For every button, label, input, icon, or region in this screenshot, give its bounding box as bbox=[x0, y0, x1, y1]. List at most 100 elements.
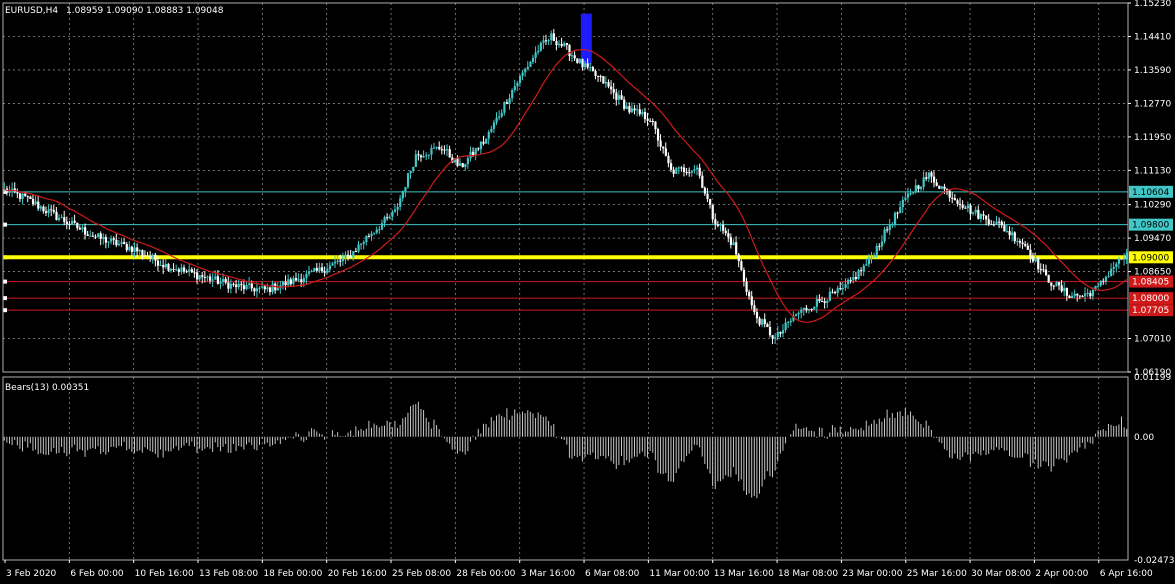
time-tick-label: 11 Mar 00:00 bbox=[649, 569, 709, 579]
candle-body bbox=[998, 221, 1001, 223]
candle-body bbox=[242, 285, 246, 290]
candle-body bbox=[1055, 282, 1058, 287]
candle-body bbox=[711, 204, 714, 220]
candle-body bbox=[190, 269, 194, 273]
candle-body bbox=[464, 164, 467, 168]
candle-body bbox=[537, 50, 540, 53]
candle-body bbox=[1011, 232, 1014, 236]
candle-body bbox=[821, 301, 824, 303]
candle-body bbox=[831, 291, 834, 293]
candle-body bbox=[224, 279, 227, 283]
candle-body bbox=[492, 122, 496, 129]
price-tag-label: 1.09000 bbox=[1132, 253, 1169, 263]
candle-body bbox=[89, 235, 92, 237]
candle-body bbox=[430, 147, 433, 155]
candle-body bbox=[110, 238, 113, 242]
candle-body bbox=[289, 279, 292, 285]
price-tick-label: 1.11950 bbox=[1134, 133, 1171, 143]
candle-body bbox=[865, 264, 868, 266]
candle-body bbox=[253, 288, 256, 292]
candle-body bbox=[922, 177, 925, 187]
candle-body bbox=[495, 117, 498, 123]
time-tick-label: 18 Mar 08:00 bbox=[778, 569, 838, 579]
candle-body bbox=[961, 205, 964, 208]
candle-body bbox=[459, 163, 462, 166]
candle-body bbox=[115, 239, 118, 246]
candle-body bbox=[94, 236, 97, 238]
candle-body bbox=[149, 256, 152, 259]
candle-body bbox=[867, 257, 871, 265]
candle-body bbox=[664, 148, 667, 156]
candle-body bbox=[555, 40, 558, 46]
candle-body bbox=[857, 270, 860, 279]
candle-body bbox=[716, 224, 720, 226]
candle-body bbox=[50, 209, 53, 211]
candle-body bbox=[591, 67, 595, 72]
time-tick-label: 3 Feb 2020 bbox=[6, 569, 57, 579]
candle-body bbox=[344, 254, 347, 259]
time-tick-label: 3 Mar 16:00 bbox=[521, 569, 576, 579]
candle-body bbox=[630, 108, 634, 113]
candle-body bbox=[948, 190, 951, 198]
candle-body bbox=[625, 106, 628, 109]
candle-body bbox=[169, 268, 173, 271]
candle-body bbox=[813, 306, 816, 310]
candle-body bbox=[951, 197, 954, 199]
candle-body bbox=[1000, 221, 1003, 226]
candle-body bbox=[992, 224, 996, 226]
candle-body bbox=[334, 261, 337, 264]
candle-body bbox=[198, 275, 201, 280]
candle-body bbox=[841, 287, 845, 289]
candle-body bbox=[1003, 225, 1006, 232]
candle-body bbox=[693, 169, 696, 171]
candle-body bbox=[529, 61, 532, 67]
candle-body bbox=[297, 279, 300, 281]
candle-body bbox=[396, 206, 399, 210]
candle-body bbox=[206, 276, 209, 278]
candle-body bbox=[375, 229, 378, 233]
candle-body bbox=[932, 176, 936, 183]
candle-body bbox=[742, 269, 746, 282]
candle-body bbox=[146, 255, 149, 257]
candle-body bbox=[245, 284, 248, 290]
candle-body bbox=[904, 197, 907, 200]
candle-body bbox=[659, 140, 662, 147]
candle-body bbox=[909, 193, 912, 195]
candle-body bbox=[602, 76, 605, 84]
candle-body bbox=[227, 282, 230, 289]
candle-body bbox=[586, 63, 589, 68]
candle-body bbox=[578, 59, 582, 63]
candle-body bbox=[417, 154, 420, 156]
candle-body bbox=[339, 260, 342, 262]
candle-body bbox=[891, 224, 894, 226]
candle-body bbox=[878, 246, 881, 248]
candle-body bbox=[758, 318, 761, 325]
time-tick-label: 30 Mar 08:00 bbox=[971, 569, 1031, 579]
candle-body bbox=[73, 220, 76, 223]
candle-body bbox=[771, 335, 774, 339]
candle-body bbox=[1078, 295, 1082, 297]
candle-body bbox=[521, 72, 524, 76]
candle-body bbox=[823, 301, 826, 303]
candle-body bbox=[776, 332, 779, 338]
candle-body bbox=[21, 193, 24, 200]
candle-body bbox=[914, 185, 917, 193]
price-tick-label: 1.11130 bbox=[1134, 166, 1171, 176]
candle-body bbox=[39, 206, 42, 209]
candle-body bbox=[1117, 258, 1121, 264]
candle-body bbox=[531, 57, 535, 62]
candle-body bbox=[102, 237, 105, 239]
candle-body bbox=[81, 227, 84, 230]
candle-body bbox=[755, 311, 759, 319]
candle-body bbox=[690, 170, 694, 173]
candle-body bbox=[888, 225, 891, 231]
candle-body bbox=[563, 43, 566, 46]
candle-body bbox=[524, 68, 527, 73]
candle-body bbox=[302, 278, 305, 283]
candle-body bbox=[729, 237, 733, 245]
candle-body bbox=[498, 116, 501, 118]
candle-body bbox=[143, 255, 147, 257]
candle-body bbox=[1060, 285, 1063, 292]
candle-body bbox=[1073, 293, 1076, 296]
candle-body bbox=[516, 82, 519, 87]
